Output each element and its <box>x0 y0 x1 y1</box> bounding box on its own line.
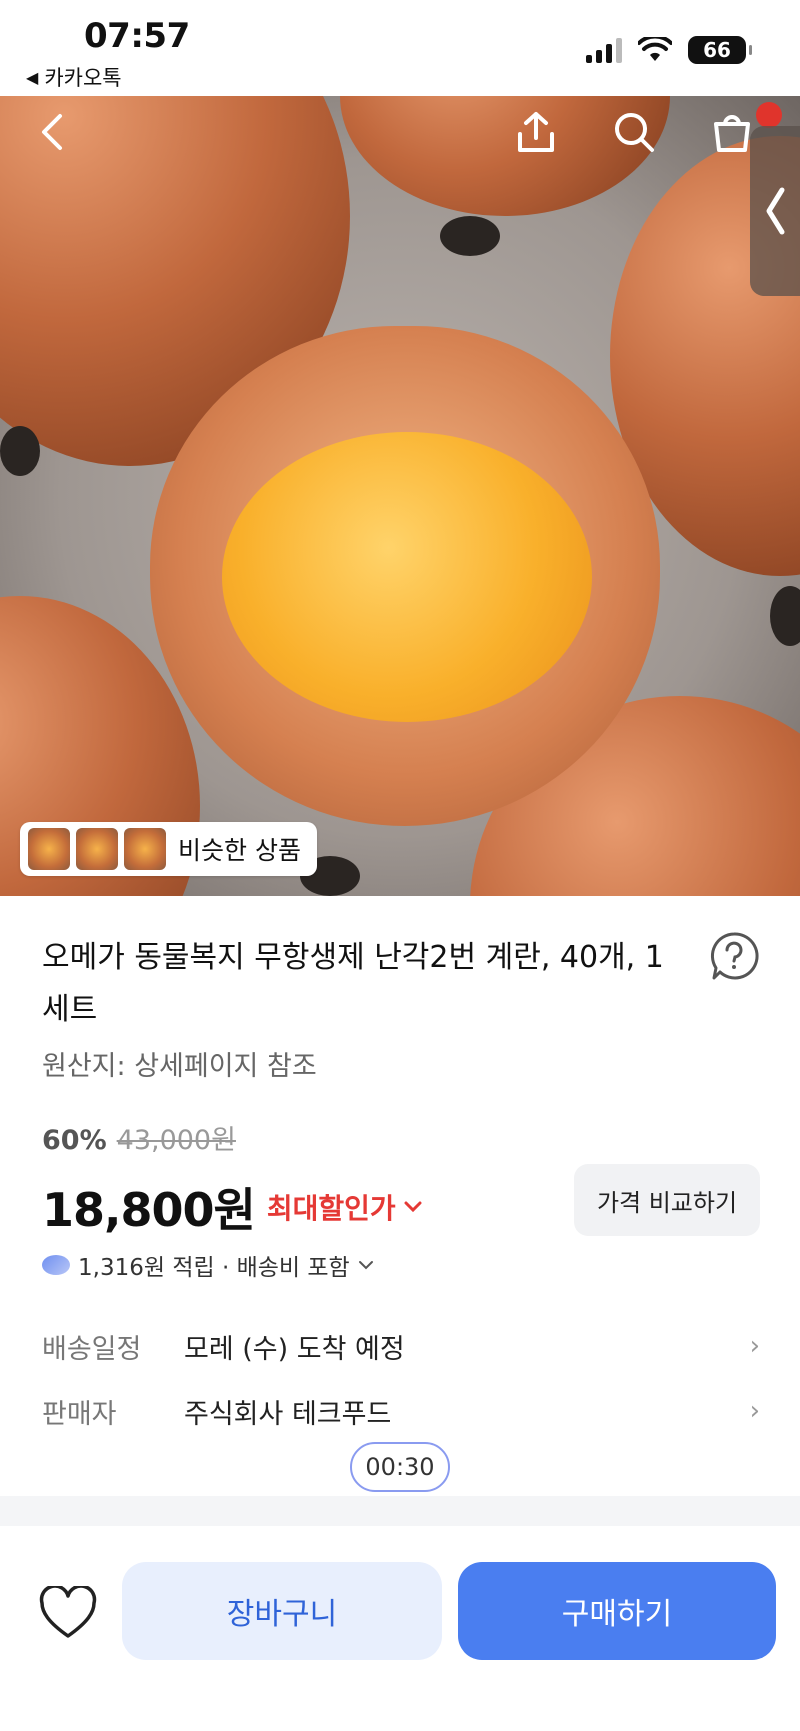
side-panel-tab[interactable] <box>750 126 800 296</box>
battery-icon: 66 <box>688 36 752 64</box>
add-to-cart-button[interactable]: 장바구니 <box>122 1562 442 1660</box>
cart-icon[interactable] <box>710 110 754 154</box>
chevron-right-icon: › <box>749 1331 760 1361</box>
share-icon[interactable] <box>514 110 558 154</box>
seller-row[interactable]: 판매자 주식회사 테크푸드 › <box>42 1386 760 1436</box>
carton-hole <box>440 216 500 256</box>
delivery-label: 배송일정 <box>42 1333 142 1365</box>
egg-yolk <box>222 432 592 722</box>
discount-row: 60% 43,000원 <box>42 1118 236 1157</box>
points-text: 1,316원 적립 · 배송비 포함 <box>78 1255 350 1281</box>
product-image[interactable]: 비슷한 상품 <box>0 96 800 896</box>
seller-value: 주식회사 테크푸드 <box>184 1398 392 1430</box>
original-price: 43,000원 <box>116 1125 236 1156</box>
delivery-schedule-row[interactable]: 배송일정 모레 (수) 도착 예정 › <box>42 1321 760 1371</box>
chevron-right-icon: › <box>749 1396 760 1426</box>
cart-badge <box>756 102 782 128</box>
points-row[interactable]: 1,316원 적립 · 배송비 포함 <box>42 1248 374 1282</box>
origin-info: 원산지: 상세페이지 참조 <box>42 1051 317 1082</box>
similar-thumbnail <box>28 828 70 870</box>
chevron-down-icon <box>404 1201 422 1213</box>
back-to-app-link[interactable]: ◀ 카카오톡 <box>26 62 122 92</box>
seller-label: 판매자 <box>42 1398 117 1430</box>
back-icon[interactable] <box>32 110 76 154</box>
signal-icon <box>586 37 622 63</box>
similar-thumbnail <box>124 828 166 870</box>
back-app-label: 카카오톡 <box>44 66 122 90</box>
max-discount-label: 최대할인가 <box>266 1192 396 1225</box>
chevron-down-icon <box>358 1261 373 1270</box>
similar-thumbnail <box>76 828 118 870</box>
carton-hole <box>0 426 40 476</box>
status-icons: 66 <box>586 36 752 64</box>
side-panel-chevron-icon <box>766 187 785 235</box>
status-bar: 07:57 ◀ 카카오톡 66 <box>0 0 800 96</box>
question-help-icon[interactable] <box>708 930 760 982</box>
search-icon[interactable] <box>612 110 656 154</box>
section-divider <box>0 1496 800 1526</box>
product-title: 오메가 동물복지 무항생제 난각2번 계란, 40개, 1세트 <box>42 940 664 1027</box>
status-time: 07:57 <box>84 16 190 56</box>
discount-rate: 60% <box>42 1125 107 1156</box>
points-icon <box>42 1255 70 1275</box>
sale-price: 18,800원 <box>42 1183 256 1237</box>
wifi-icon <box>638 37 672 61</box>
back-triangle-icon: ◀ <box>26 67 39 87</box>
compare-price-button[interactable]: 가격 비교하기 <box>574 1164 760 1236</box>
price-row: 18,800원 최대할인가 <box>42 1174 422 1240</box>
bottom-action-bar: 장바구니 구매하기 <box>0 1526 800 1731</box>
carton-hole <box>770 586 800 646</box>
timer-badge: 00:30 <box>350 1442 450 1492</box>
heart-icon[interactable] <box>38 1586 98 1642</box>
delivery-value: 모레 (수) 도착 예정 <box>184 1333 405 1365</box>
max-discount-toggle[interactable]: 최대할인가 <box>267 1187 422 1227</box>
similar-products-button[interactable]: 비슷한 상품 <box>20 822 317 876</box>
similar-products-label: 비슷한 상품 <box>178 836 301 865</box>
buy-now-button[interactable]: 구매하기 <box>458 1562 776 1660</box>
